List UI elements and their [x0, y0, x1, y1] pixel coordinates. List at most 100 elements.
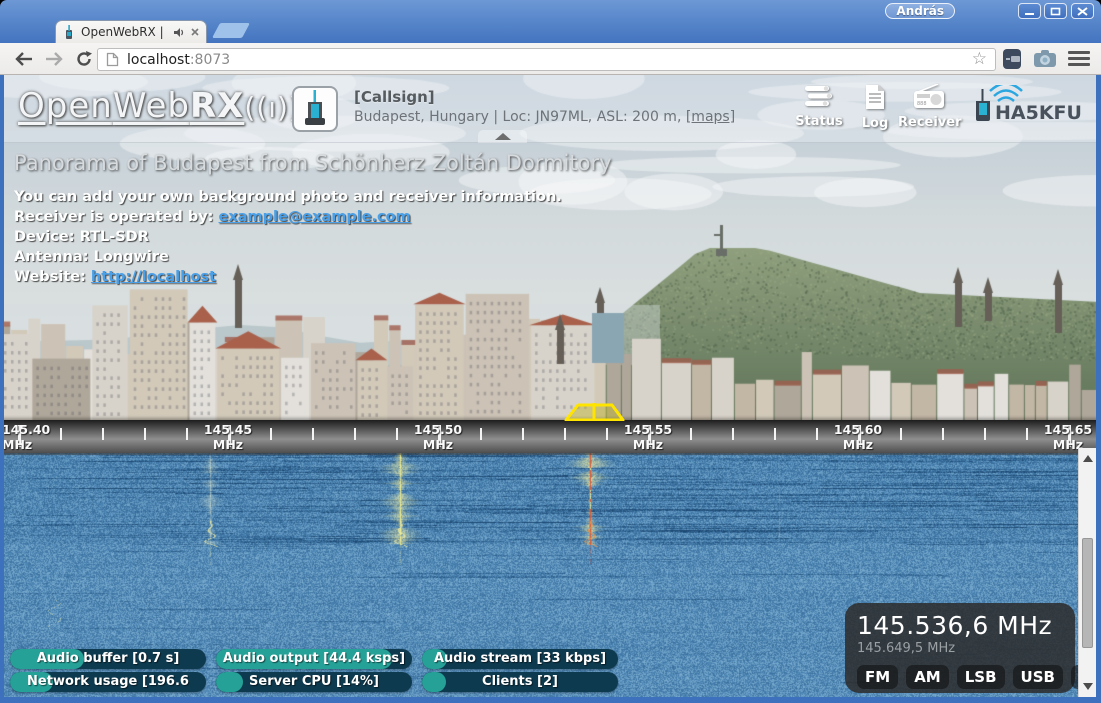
scale-tick	[690, 428, 692, 440]
handheld-radio-icon	[300, 90, 330, 128]
status-bar-label: Audio output [44.4 ksps]	[216, 649, 412, 669]
scale-label: 145.50 MHz	[398, 422, 478, 452]
scale-tick	[564, 428, 566, 440]
scale-label: 145.45 MHz	[188, 422, 268, 452]
mode-button-lsb[interactable]: LSB	[957, 665, 1005, 689]
browser-toolbar: localhost:8073 ☆	[0, 43, 1101, 75]
scrollbar-down-arrow[interactable]	[1083, 683, 1093, 690]
scale-tick	[144, 428, 146, 440]
maps-link[interactable]: [maps]	[686, 109, 735, 125]
tab-close-icon[interactable]	[190, 27, 200, 37]
scale-tick	[732, 428, 734, 440]
url-host: localhost	[127, 52, 190, 68]
ha5kfu-logo[interactable]: HA5KFU	[972, 85, 1090, 135]
log-document-icon	[863, 84, 887, 110]
collapse-header-button[interactable]	[478, 130, 527, 143]
scale-label: 145.40 MHz	[2, 422, 82, 452]
website-link[interactable]: http://localhost	[91, 269, 216, 285]
mode-buttons: FMAMLSBUSBCW	[857, 665, 1063, 689]
session-user-badge: András	[885, 3, 955, 19]
titlebar: András OpenWebRX | Open	[0, 0, 1101, 43]
browser-tab[interactable]: OpenWebRX | Open	[55, 20, 207, 43]
scale-tick	[60, 428, 62, 440]
receiver-radio-icon: 888	[912, 84, 946, 109]
scale-tick	[312, 428, 314, 440]
status-bar-label: Clients [2]	[422, 672, 618, 692]
maximize-button[interactable]	[1044, 3, 1067, 19]
nav-receiver-button[interactable]: 888 Receiver	[898, 84, 960, 130]
tab-audio-icon	[173, 27, 185, 38]
receiver-location: Budapest, Hungary | Loc: JN97ML, ASL: 20…	[354, 109, 735, 125]
new-tab-button[interactable]	[212, 23, 250, 38]
svg-text:888: 888	[917, 101, 927, 107]
receiver-panel: 145.536,6 MHz 145.649,5 MHz FMAMLSBUSBCW	[845, 603, 1075, 693]
url-port: :8073	[190, 52, 230, 68]
frequency-scale[interactable]: 145.40 MHz 145.45 MHz 145.50 MHz 145.55 MHz…	[0, 420, 1101, 453]
openwebrx-logo: OpenWebRX((ı))	[18, 86, 301, 126]
openwebrx-page: OpenWebRX((ı)) [Callsign] Budapest, Hung…	[0, 75, 1101, 703]
mode-button-fm[interactable]: FM	[857, 665, 898, 689]
close-window-button[interactable]	[1071, 3, 1094, 19]
minimize-icon	[1024, 7, 1035, 16]
close-icon	[1077, 7, 1088, 16]
status-sliders-icon	[803, 84, 835, 108]
tab-title: OpenWebRX | Open	[81, 25, 168, 39]
operator-email-link[interactable]: example@example.com	[219, 209, 411, 225]
scale-tick	[270, 428, 272, 440]
nav-log-button[interactable]: Log	[844, 84, 906, 131]
scrollbar-thumb[interactable]	[1082, 538, 1093, 648]
scale-tick	[102, 428, 104, 440]
receiver-description: Panorama of Budapest from Schönherz Zolt…	[14, 151, 612, 287]
status-bar-label: Audio stream [33 kbps]	[422, 649, 618, 669]
status-bar: Server CPU [14%]	[216, 672, 412, 692]
window-border-right	[1096, 75, 1101, 703]
scale-tick	[900, 428, 902, 440]
mode-button-am[interactable]: AM	[906, 665, 949, 689]
camera-extension-icon[interactable]	[1033, 47, 1057, 75]
scale-tick	[480, 428, 482, 440]
status-bars: Audio buffer [0.7 s] Audio output [44.4 k…	[0, 649, 630, 694]
page-icon	[106, 52, 119, 67]
status-bar: Clients [2]	[422, 672, 618, 692]
scale-label: 145.60 MHz	[818, 422, 898, 452]
page-scrollbar[interactable]	[1078, 448, 1096, 697]
reload-icon	[75, 50, 93, 68]
scale-tick	[942, 428, 944, 440]
mode-button-usb[interactable]: USB	[1013, 665, 1063, 689]
receiver-callsign: [Callsign]	[354, 88, 435, 106]
description-line: You can add your own background photo an…	[14, 187, 612, 207]
status-bar: Audio stream [33 kbps]	[422, 649, 618, 669]
back-button[interactable]	[12, 48, 36, 70]
favicon-antenna-icon	[62, 25, 76, 40]
bookmark-star-icon[interactable]: ☆	[972, 51, 987, 68]
secondary-frequency: 145.649,5 MHz	[857, 641, 1063, 656]
svg-text:HA5KFU: HA5KFU	[995, 102, 1082, 124]
collapse-arrow-icon	[495, 133, 511, 140]
browser-window: András OpenWebRX | Open	[0, 0, 1101, 703]
forward-button[interactable]	[42, 48, 66, 70]
website-line: Website: http://localhost	[14, 267, 612, 287]
status-bar: Audio output [44.4 ksps]	[216, 649, 412, 669]
receiver-avatar	[292, 86, 338, 132]
status-bar-label: Audio buffer [0.7 s]	[10, 649, 206, 669]
scale-label: 145.55 MHz	[608, 422, 688, 452]
forward-arrow-icon	[44, 52, 64, 66]
scale-tick	[522, 428, 524, 440]
photo-title: Panorama of Budapest from Schönherz Zolt…	[14, 151, 612, 175]
scale-tick	[354, 428, 356, 440]
extension-icon[interactable]	[1001, 47, 1023, 75]
device-line: Device: RTL-SDR	[14, 227, 612, 247]
antenna-line: Antenna: Longwire	[14, 247, 612, 267]
scrollbar-up-arrow[interactable]	[1083, 455, 1093, 462]
nav-status-button[interactable]: Status	[788, 84, 850, 129]
maximize-icon	[1050, 7, 1061, 16]
site-header: OpenWebRX((ı)) [Callsign] Budapest, Hung…	[0, 75, 1101, 143]
window-border-bottom	[0, 697, 1101, 703]
browser-menu-button[interactable]	[1068, 51, 1090, 69]
passband-indicator[interactable]	[540, 403, 660, 421]
status-bar-label: Network usage [196.6 kbps]	[10, 672, 206, 692]
address-bar[interactable]: localhost:8073 ☆	[97, 48, 996, 71]
minimize-button[interactable]	[1018, 3, 1041, 19]
reload-button[interactable]	[72, 48, 96, 70]
scale-tick	[984, 428, 986, 440]
